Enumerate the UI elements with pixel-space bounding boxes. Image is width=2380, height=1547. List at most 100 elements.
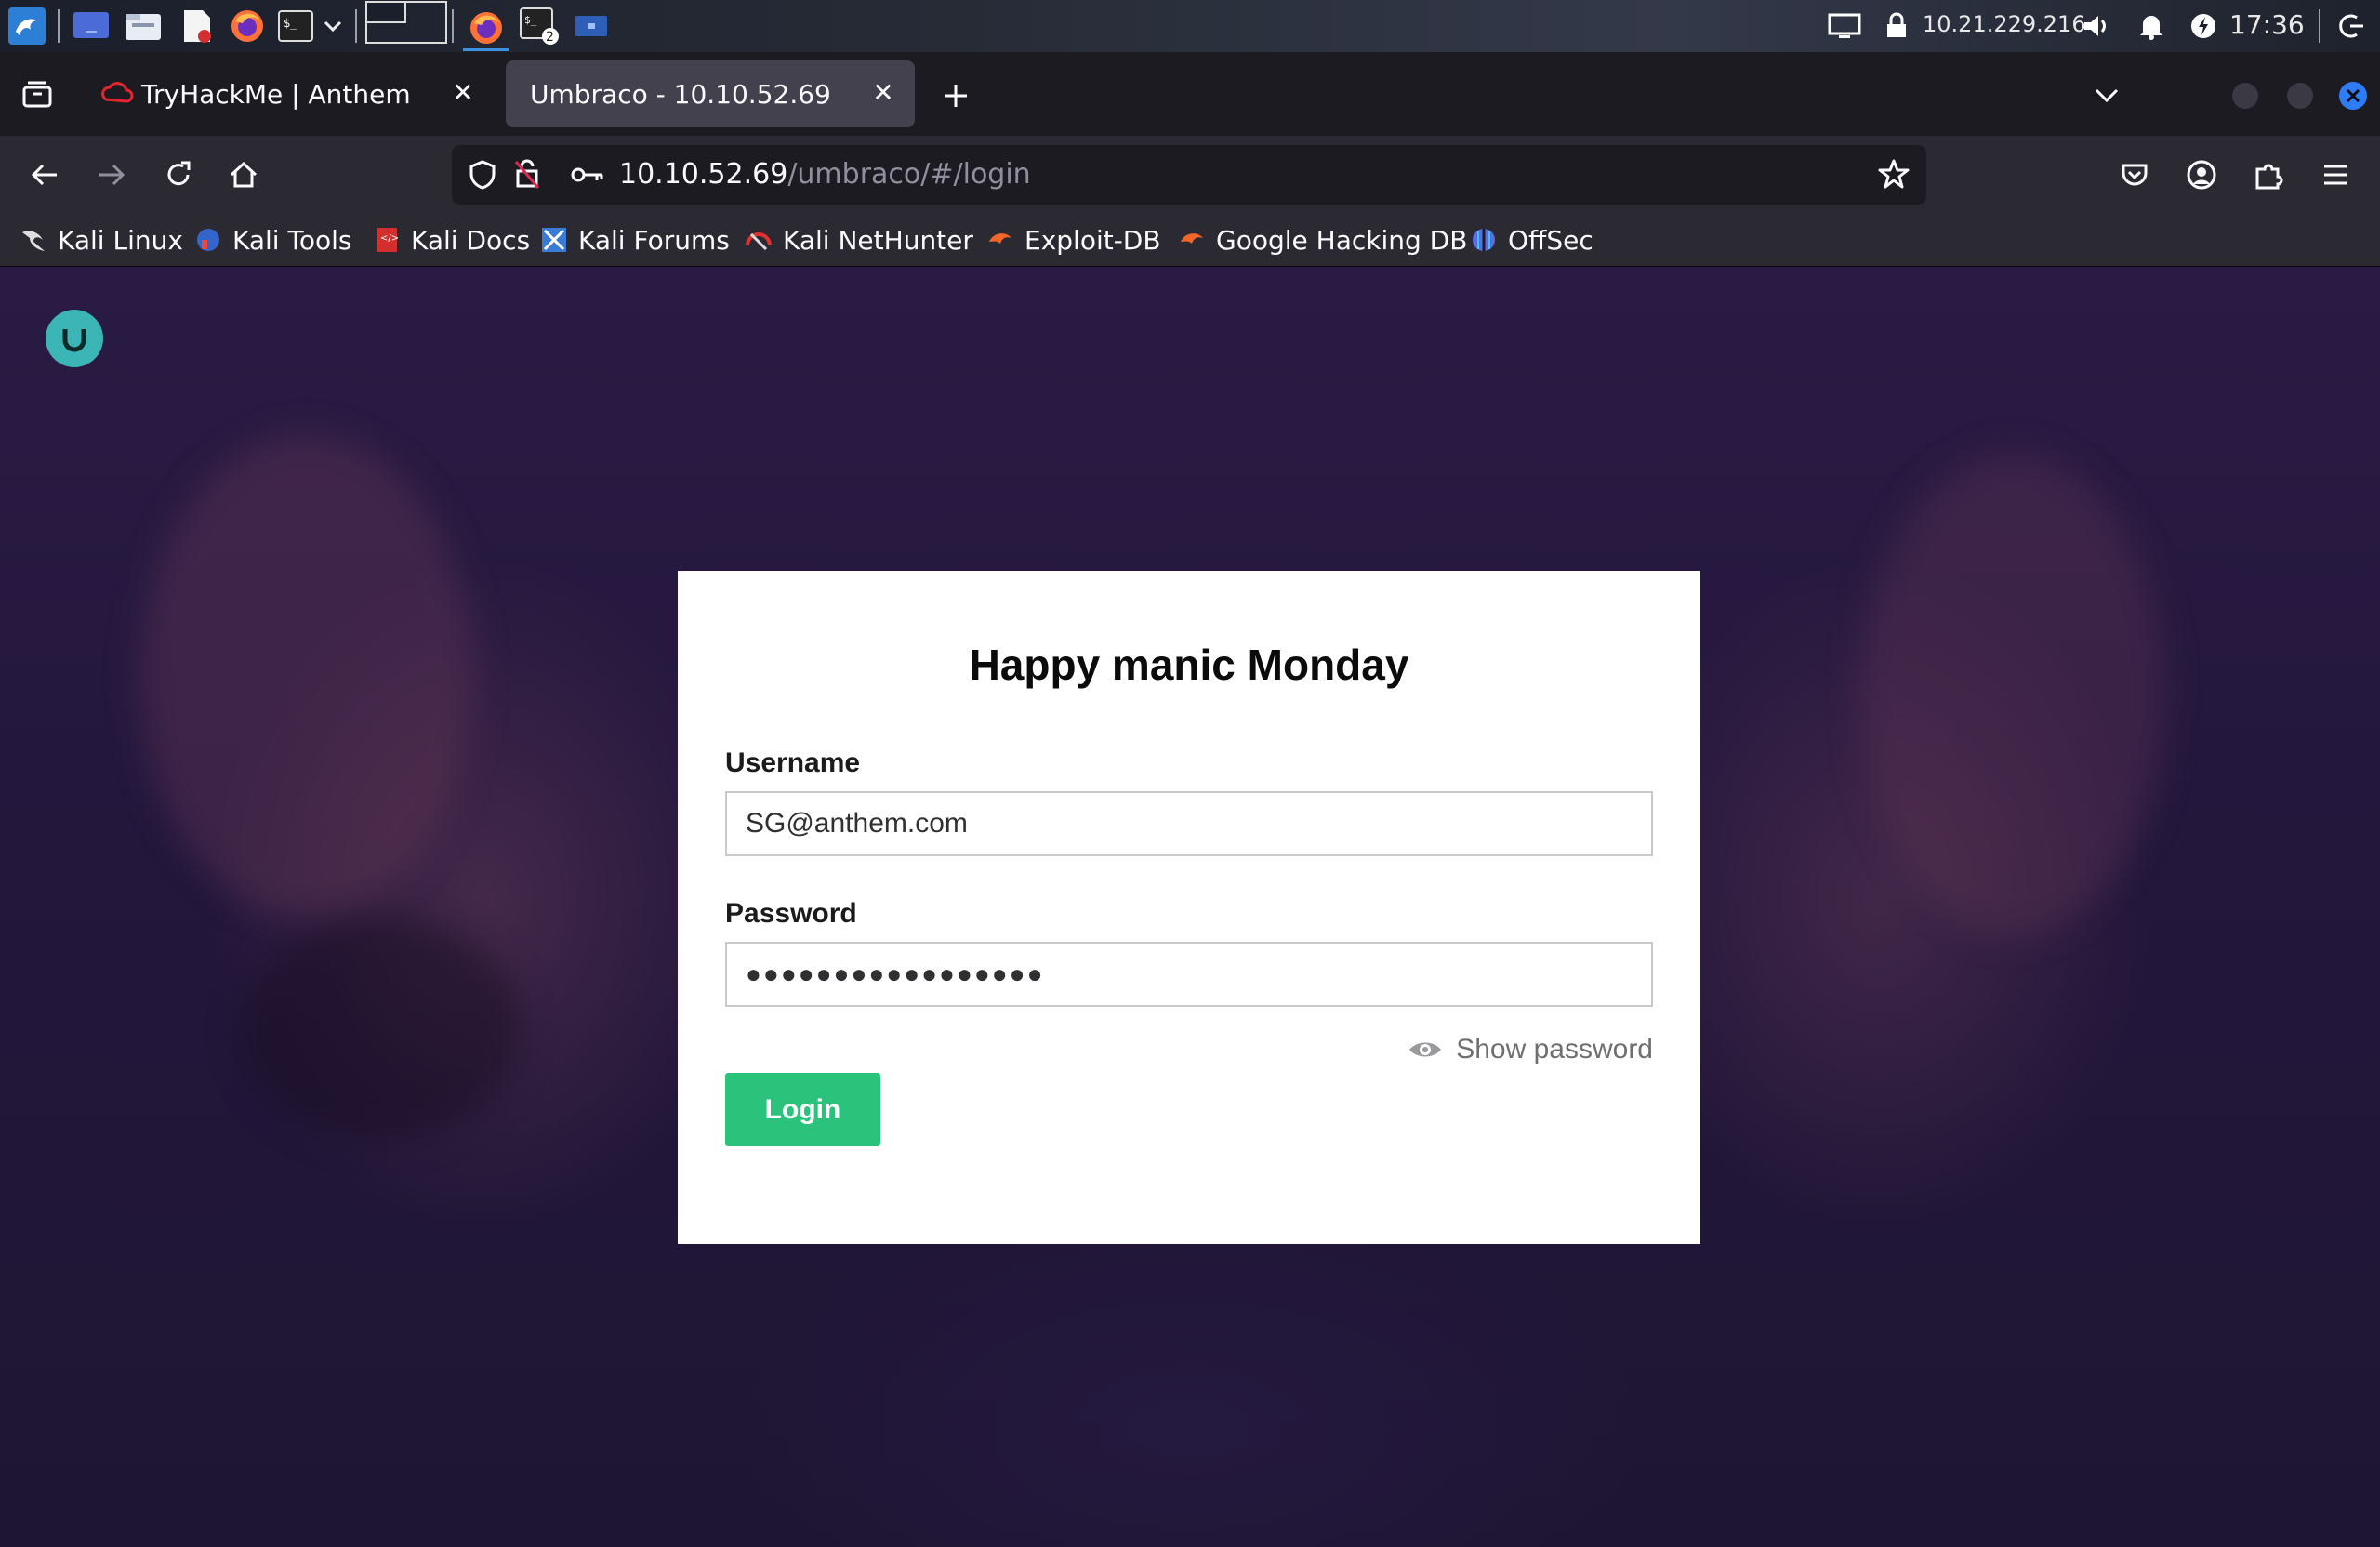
terminal-window-icon[interactable]: $_ 2 [517, 7, 563, 45]
bookmark-label: Kali Linux [58, 224, 183, 256]
vpn-lock-icon[interactable] [1880, 7, 1913, 45]
extensions-puzzle-icon[interactable] [2246, 152, 2291, 197]
kali-docs-icon: </> [374, 227, 400, 253]
bookmark-label: Kali NetHunter [783, 224, 973, 256]
volume-icon[interactable] [2079, 7, 2116, 45]
bookmark-label: Kali Forums [578, 224, 730, 256]
panel-separator [452, 9, 454, 43]
svg-text:$_: $_ [284, 17, 298, 30]
bookmark-kali-nethunter[interactable]: Kali NetHunter [746, 221, 973, 258]
workspace-1[interactable] [364, 0, 448, 45]
svg-text:$_: $_ [524, 14, 537, 26]
clock[interactable]: 17:36 [2229, 9, 2305, 40]
username-value: SG@anthem.com [746, 808, 968, 839]
show-password-toggle[interactable]: Show password [1408, 1034, 1653, 1065]
ghdb-icon [1179, 227, 1205, 253]
password-mask: ●●●●●●●●●●●●●●●●● [746, 959, 1045, 988]
bookmark-kali-tools[interactable]: Kali Tools [195, 221, 351, 258]
display-icon[interactable] [1824, 7, 1865, 45]
eye-icon [1408, 1038, 1443, 1061]
kali-forums-icon [541, 227, 567, 253]
bookmark-label: Kali Tools [232, 224, 352, 256]
saved-logins-key-icon[interactable] [571, 164, 604, 190]
close-window-button[interactable] [2337, 75, 2369, 116]
tab-tryhackme[interactable]: TryHackMe | Anthem ✕ [86, 60, 495, 127]
bookmark-exploit-db[interactable]: Exploit-DB [987, 221, 1161, 258]
insecure-lock-icon[interactable] [513, 158, 541, 193]
desktop-panel: $_ $_ 2 10.21.229.216 17:36 [0, 0, 2380, 52]
new-tab-button[interactable] [933, 75, 978, 116]
umbraco-login-page: Happy manic Monday Username SG@anthem.co… [0, 267, 2380, 1547]
url-text[interactable]: 10.10.52.69/umbraco/#/login [619, 158, 1031, 191]
home-icon[interactable] [221, 152, 266, 197]
forward-arrow-icon[interactable] [89, 152, 134, 197]
text-editor-icon[interactable] [177, 7, 218, 45]
bookmark-kali-linux[interactable]: Kali Linux [20, 221, 183, 258]
password-label: Password [725, 898, 857, 929]
chevron-down-icon[interactable] [320, 7, 346, 45]
background-hand-left [139, 434, 474, 918]
firefox-window-icon[interactable] [463, 7, 509, 51]
close-tab-icon[interactable]: ✕ [868, 77, 898, 108]
show-desktop-icon[interactable] [71, 7, 112, 45]
pocket-icon[interactable] [2112, 152, 2157, 197]
bookmark-kali-docs[interactable]: </> Kali Docs [374, 221, 530, 258]
bookmark-google-hacking-db[interactable]: Google Hacking DB [1179, 221, 1467, 258]
bookmark-star-icon[interactable] [1878, 158, 1910, 193]
kali-dragon-icon [20, 227, 46, 253]
bookmarks-toolbar: Kali Linux Kali Tools </> Kali Docs Kali… [0, 214, 2380, 267]
tab-strip: TryHackMe | Anthem ✕ Umbraco - 10.10.52.… [0, 52, 2380, 136]
background-shadow [242, 918, 521, 1141]
bookmark-label: OffSec [1508, 224, 1593, 256]
notification-bell-icon[interactable] [2135, 7, 2168, 45]
firefox-launcher-icon[interactable] [227, 7, 268, 45]
url-host: 10.10.52.69 [619, 158, 788, 191]
bookmark-offsec[interactable]: OffSec [1471, 221, 1593, 258]
power-manager-icon[interactable] [2187, 7, 2220, 45]
offsec-icon [1471, 227, 1497, 253]
account-icon[interactable] [2179, 152, 2224, 197]
exploit-db-icon [987, 227, 1013, 253]
nethunter-icon [746, 227, 772, 253]
tab-title: TryHackMe | Anthem [141, 79, 411, 110]
login-card: Happy manic Monday Username SG@anthem.co… [678, 571, 1700, 1244]
tab-umbraco[interactable]: Umbraco - 10.10.52.69 ✕ [506, 60, 915, 127]
ip-address: 10.21.229.216 [1923, 11, 2086, 37]
show-password-label: Show password [1456, 1034, 1653, 1064]
url-path: /umbraco/#/login [787, 158, 1031, 191]
list-all-tabs-icon[interactable] [2084, 75, 2129, 116]
navigation-toolbar: 10.10.52.69/umbraco/#/login [0, 136, 2380, 214]
window-icon[interactable] [573, 7, 610, 45]
file-manager-icon[interactable] [123, 7, 164, 45]
username-input[interactable]: SG@anthem.com [725, 791, 1653, 856]
bookmark-label: Exploit-DB [1025, 224, 1161, 256]
minimize-window-button[interactable] [2229, 75, 2261, 116]
tracking-shield-icon[interactable] [469, 160, 496, 193]
svg-text:</>: </> [380, 233, 398, 244]
bookmark-label: Kali Docs [411, 224, 531, 256]
password-input[interactable]: ●●●●●●●●●●●●●●●●● [725, 942, 1653, 1007]
bookmark-label: Google Hacking DB [1216, 224, 1468, 256]
kali-tools-icon [195, 227, 221, 253]
close-tab-icon[interactable]: ✕ [448, 77, 478, 108]
terminal-count-badge: 2 [546, 30, 554, 45]
kali-menu-icon[interactable] [4, 7, 50, 45]
umbraco-logo-icon[interactable] [46, 310, 103, 367]
logout-icon[interactable] [2334, 7, 2371, 45]
maximize-window-button[interactable] [2284, 75, 2316, 116]
tab-title: Umbraco - 10.10.52.69 [530, 79, 831, 110]
login-button[interactable]: Login [725, 1073, 880, 1146]
tryhackme-favicon-icon [100, 79, 134, 113]
panel-separator [2319, 9, 2320, 43]
username-label: Username [725, 747, 861, 778]
hamburger-menu-icon[interactable] [2313, 152, 2358, 197]
panel-separator [58, 9, 60, 43]
firefox-view-icon[interactable] [15, 73, 60, 114]
back-arrow-icon[interactable] [22, 152, 67, 197]
bookmark-kali-forums[interactable]: Kali Forums [541, 221, 730, 258]
login-greeting: Happy manic Monday [969, 641, 1409, 689]
terminal-launcher-icon[interactable]: $_ [275, 7, 316, 45]
url-bar[interactable]: 10.10.52.69/umbraco/#/login [452, 145, 1926, 205]
reload-icon[interactable] [156, 152, 201, 197]
panel-separator [355, 9, 357, 43]
